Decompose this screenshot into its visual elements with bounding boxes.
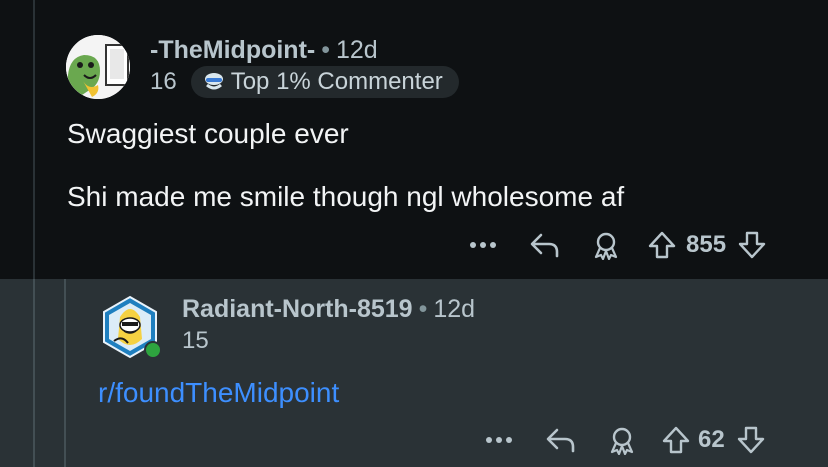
meta-separator: • [418,295,428,323]
comment-meta: -TheMidpoint- • 12d [150,36,378,65]
downvote-icon[interactable] [736,230,768,260]
award-icon[interactable] [606,425,638,455]
reply-icon[interactable] [544,426,578,454]
comment-line: Swaggiest couple ever [67,118,349,149]
meta-separator: • [321,36,330,64]
vote-count: 855 [686,231,727,258]
user-flair[interactable]: Top 1% Commenter [190,66,459,98]
user-score: 16 [150,68,177,95]
username[interactable]: Radiant-North-8519 [182,295,413,323]
reply-comment: Radiant-North-8519 • 12d 15 r/foundTheMidp… [0,279,828,467]
avatar[interactable] [66,35,130,99]
comment: -TheMidpoint- • 12d 16 Top 1% Commenter Sw… [0,0,828,279]
vote-count: 62 [698,426,725,453]
commenter-badge-icon [204,73,223,90]
more-icon[interactable] [468,240,498,250]
award-icon[interactable] [590,230,622,260]
online-status-icon [144,341,162,359]
flair-label: Top 1% Commenter [230,68,443,95]
more-icon[interactable] [484,435,514,445]
comment-line: Shi made me smile though ngl wholesome a… [67,181,625,212]
meta-row: 16 Top 1% Commenter [150,66,459,98]
thread-line-nested [64,279,66,467]
comment-age: 12d [336,36,378,64]
avatar[interactable] [98,295,162,359]
thread-line [33,279,35,467]
comment-age: 12d [433,295,476,323]
comment-actions: 62 [484,425,767,455]
comment-actions: 855 [468,230,768,260]
reply-icon[interactable] [528,231,562,259]
upvote-icon[interactable] [660,425,692,455]
upvote-icon[interactable] [646,230,678,260]
username[interactable]: -TheMidpoint- [150,36,315,64]
downvote-icon[interactable] [735,425,767,455]
subreddit-link[interactable]: r/foundTheMidpoint [98,377,339,409]
comment-body: Swaggiest couple ever Shi made me smile … [67,117,624,243]
user-score: 15 [182,327,209,354]
comment-meta: Radiant-North-8519 • 12d [182,295,475,324]
